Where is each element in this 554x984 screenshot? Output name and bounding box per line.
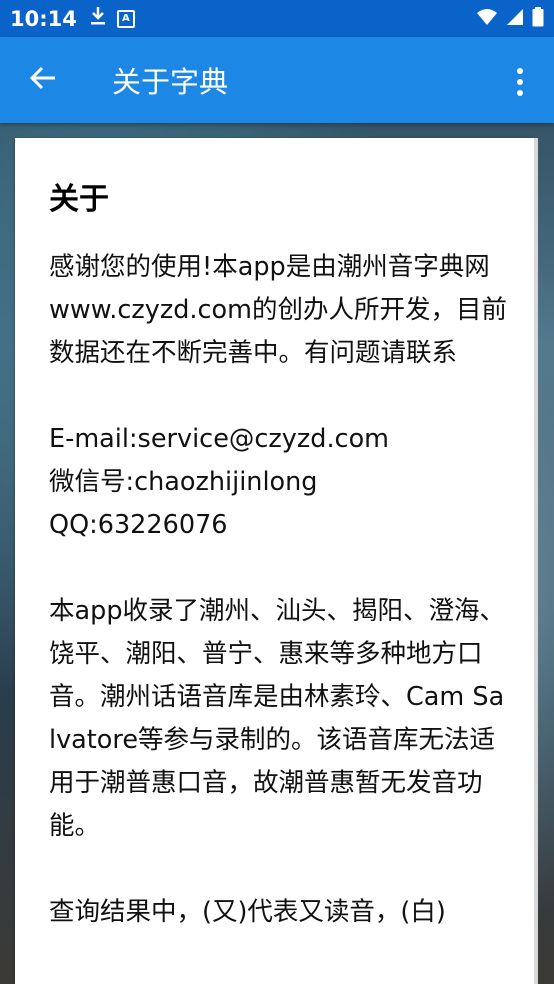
scrollbar[interactable] [534, 138, 538, 984]
status-time: 10:14 [10, 6, 77, 31]
battery-icon [532, 7, 544, 31]
app-notification-icon: A [116, 9, 135, 28]
back-button[interactable] [20, 57, 66, 103]
wifi-icon [476, 8, 498, 30]
card-heading: 关于 [49, 182, 109, 217]
about-card[interactable]: 关于 感谢您的使用!本app是由潮州音字典网www.czyzd.com的创办人所… [15, 138, 534, 984]
page-title: 关于字典 [112, 65, 229, 99]
more-vert-icon-dot [517, 79, 523, 85]
arrow-left-icon [29, 64, 57, 96]
more-vert-icon [517, 68, 523, 74]
card-body-text: 感谢您的使用!本app是由潮州音字典网www.czyzd.com的创办人所开发，… [49, 252, 507, 927]
more-vert-icon-dot [517, 90, 523, 96]
app-bar: 关于字典 [0, 37, 554, 123]
status-bar: 10:14 A [0, 0, 554, 37]
overflow-menu-button[interactable] [502, 59, 538, 105]
signal-icon [506, 8, 524, 30]
download-icon [89, 6, 107, 31]
